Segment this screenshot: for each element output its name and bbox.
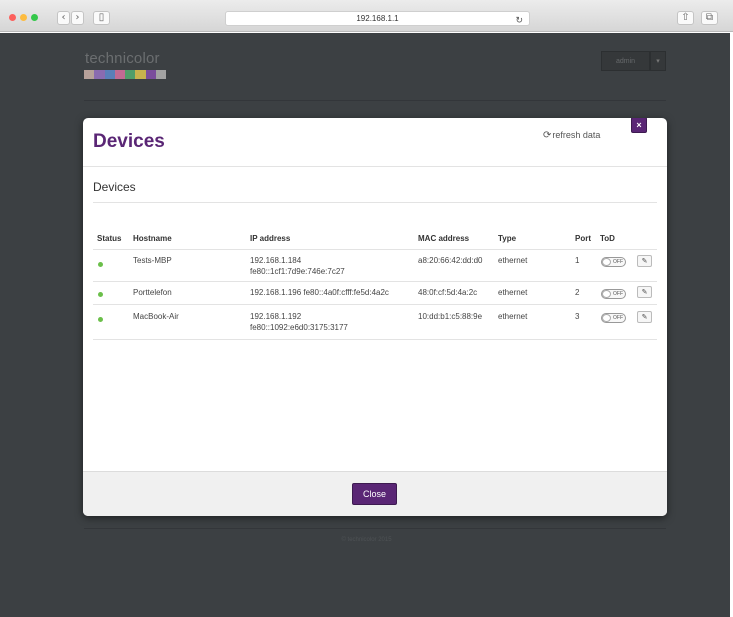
table-header-divider [93,249,657,250]
hostname-cell: Tests-MBP [133,256,172,265]
refresh-data-link[interactable]: ⟳refresh data [543,130,600,141]
refresh-label: refresh data [552,130,601,140]
type-cell: ethernet [498,312,528,321]
devices-modal: Devices ⟳refresh data × Devices Status H… [83,118,667,516]
logo-color-segment [125,70,136,79]
minimize-window-button[interactable] [20,14,27,21]
logo-color-segment [114,70,125,79]
reload-icon[interactable]: ↻ [515,13,523,27]
modal-title: Devices [93,131,165,152]
column-header-status: Status [97,234,122,243]
port-cell: 3 [575,312,580,321]
toggle-label: OFF [613,315,623,321]
column-header-port: Port [575,234,591,243]
toggle-knob [602,314,611,322]
row-divider [93,339,657,340]
tod-toggle[interactable]: OFF [601,289,626,299]
ip-address-line2: fe80::1cf1:7d9e:746e:7c27 [250,267,345,276]
column-header-tod: ToD [600,234,615,243]
close-icon[interactable]: × [631,118,647,133]
ip-address-line1: 192.168.1.184 [250,256,302,265]
ip-address-line2: fe80::1092:e6d0:3175:3177 [250,323,348,332]
edit-icon[interactable]: ✎ [637,311,652,323]
logo-text: technicolor [85,50,160,67]
toggle-label: OFF [613,259,623,265]
logo-color-segment [104,70,115,79]
status-online-indicator [98,317,103,322]
close-button[interactable]: Close [352,483,397,505]
ip-address-line1: 192.168.1.196 fe80::4a0f:cfff:fe5d:4a2c [250,288,389,297]
row-divider [93,304,657,305]
logo-color-segment [135,70,146,79]
logo-color-segment [84,70,95,79]
mac-address-cell: 10:dd:b1:c5:88:9e [418,312,483,321]
logo-color-segment [155,70,166,79]
status-online-indicator [98,292,103,297]
address-text: 192.168.1.1 [356,14,399,23]
hostname-cell: MacBook-Air [133,312,179,321]
toggle-knob [602,290,611,298]
toggle-label: OFF [613,291,623,297]
status-online-indicator [98,262,103,267]
type-cell: ethernet [498,288,528,297]
sidebar-icon[interactable]: ▯ [93,11,110,25]
mac-address-cell: 48:0f:cf:5d:4a:2c [418,288,478,297]
modal-footer: Close [83,471,667,516]
toggle-knob [602,258,611,266]
chevron-down-icon[interactable]: ▾ [650,51,666,71]
port-cell: 2 [575,288,580,297]
modal-header-divider [83,166,667,167]
logo-color-segment [94,70,105,79]
tabs-overview-icon[interactable]: ⧉ [701,11,718,25]
section-divider [93,202,657,203]
tod-toggle[interactable]: OFF [601,257,626,267]
column-header-ip-address: IP address [250,234,291,243]
browser-toolbar: ‹ › ▯ 192.168.1.1 ↻ ⇧ ⧉ [0,0,733,32]
forward-icon[interactable]: › [71,11,84,25]
footer-divider [84,528,666,529]
header-divider [84,100,666,101]
edit-icon[interactable]: ✎ [637,255,652,267]
column-header-type: Type [498,234,517,243]
refresh-icon: ⟳ [543,130,552,141]
back-icon[interactable]: ‹ [57,11,70,25]
logo-color-bar [84,70,166,79]
column-header-mac-address: MAC address [418,234,470,243]
port-cell: 1 [575,256,580,265]
ip-address-line1: 192.168.1.192 [250,312,302,321]
row-divider [93,281,657,282]
logo-color-segment [145,70,156,79]
user-menu-button[interactable]: admin [601,51,650,71]
hostname-cell: Porttelefon [133,288,172,297]
address-bar[interactable]: 192.168.1.1 ↻ [225,11,530,26]
type-cell: ethernet [498,256,528,265]
footer-copyright: © technicolor 2015 [341,537,392,543]
share-icon[interactable]: ⇧ [677,11,694,25]
close-window-button[interactable] [9,14,16,21]
section-title: Devices [93,180,136,194]
mac-address-cell: a8:20:66:42:dd:d0 [418,256,483,265]
tod-toggle[interactable]: OFF [601,313,626,323]
column-header-hostname: Hostname [133,234,172,243]
zoom-window-button[interactable] [31,14,38,21]
edit-icon[interactable]: ✎ [637,286,652,298]
